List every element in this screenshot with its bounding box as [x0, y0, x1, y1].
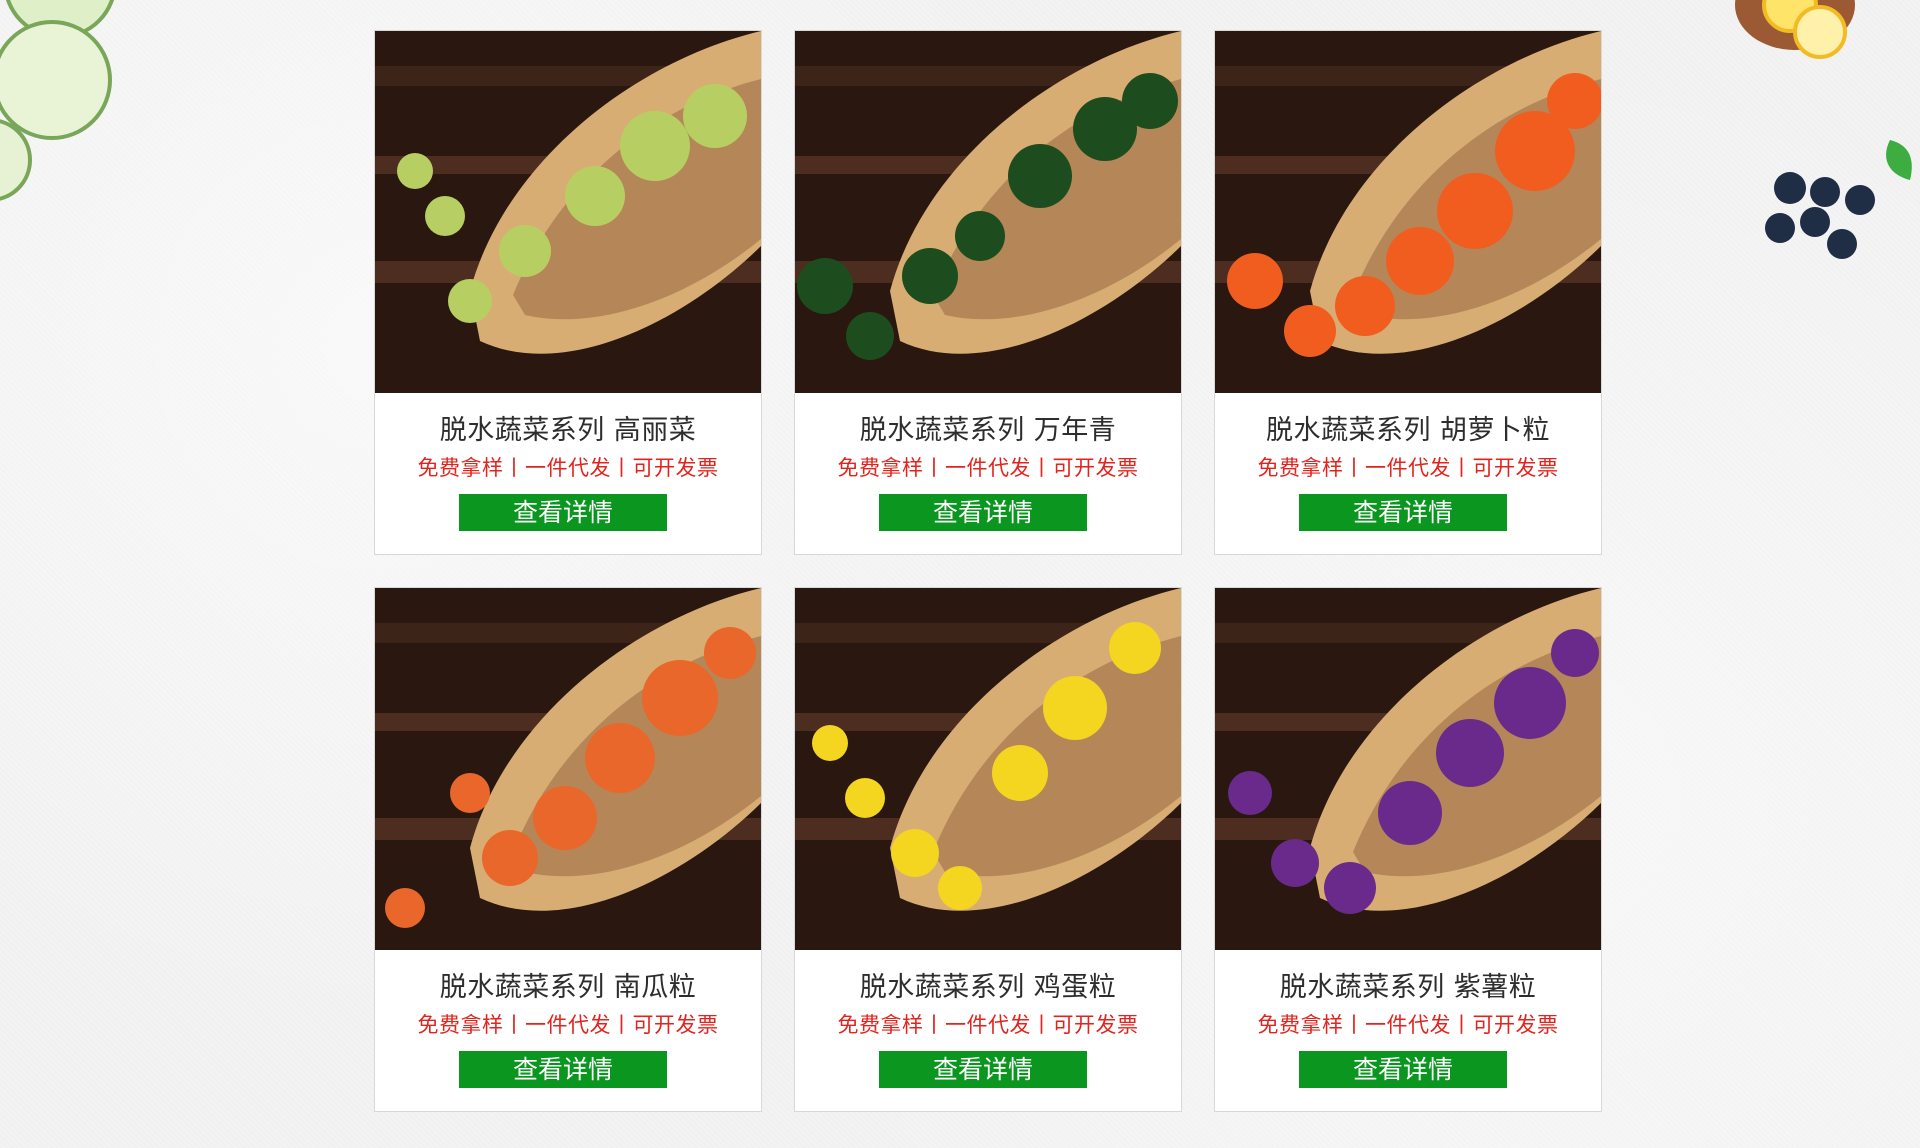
lemon-spoon-decoration — [1735, 0, 1855, 59]
wooden-scoop-image — [1215, 588, 1601, 950]
wooden-scoop-image — [795, 588, 1181, 950]
product-image — [795, 31, 1181, 393]
view-details-button[interactable]: 查看详情 — [1299, 1051, 1507, 1088]
wooden-scoop-image — [1215, 31, 1601, 393]
product-card-cabbage[interactable]: 脱水蔬菜系列 高丽菜 免费拿样丨一件代发丨可开发票 查看详情 — [374, 30, 762, 555]
product-grid: 脱水蔬菜系列 高丽菜 免费拿样丨一件代发丨可开发票 查看详情 脱水蔬菜系列 万年 — [374, 30, 1602, 1112]
cucumber-decoration — [0, 0, 115, 201]
product-tags: 免费拿样丨一件代发丨可开发票 — [1257, 456, 1559, 480]
product-title: 脱水蔬菜系列 高丽菜 — [439, 415, 697, 446]
view-details-button[interactable]: 查看详情 — [1299, 494, 1507, 531]
wooden-scoop-image — [375, 31, 761, 393]
product-card-egg[interactable]: 脱水蔬菜系列 鸡蛋粒 免费拿样丨一件代发丨可开发票 查看详情 — [794, 587, 1182, 1112]
product-title: 脱水蔬菜系列 紫薯粒 — [1279, 972, 1537, 1003]
product-image — [375, 31, 761, 393]
product-tags: 免费拿样丨一件代发丨可开发票 — [837, 456, 1139, 480]
product-card-carrot[interactable]: 脱水蔬菜系列 胡萝卜粒 免费拿样丨一件代发丨可开发票 查看详情 — [1214, 30, 1602, 555]
product-tags: 免费拿样丨一件代发丨可开发票 — [417, 456, 719, 480]
product-title: 脱水蔬菜系列 胡萝卜粒 — [1265, 415, 1551, 446]
product-image — [1215, 588, 1601, 950]
view-details-button[interactable]: 查看详情 — [459, 494, 667, 531]
product-image — [795, 588, 1181, 950]
view-details-button[interactable]: 查看详情 — [879, 494, 1087, 531]
product-image — [1215, 31, 1601, 393]
product-tags: 免费拿样丨一件代发丨可开发票 — [837, 1013, 1139, 1037]
product-title: 脱水蔬菜系列 万年青 — [859, 415, 1117, 446]
product-tags: 免费拿样丨一件代发丨可开发票 — [417, 1013, 719, 1037]
wooden-scoop-image — [795, 31, 1181, 393]
view-details-button[interactable]: 查看详情 — [879, 1051, 1087, 1088]
view-details-button[interactable]: 查看详情 — [459, 1051, 667, 1088]
product-card-pumpkin[interactable]: 脱水蔬菜系列 南瓜粒 免费拿样丨一件代发丨可开发票 查看详情 — [374, 587, 762, 1112]
product-card-purple-sweet-potato[interactable]: 脱水蔬菜系列 紫薯粒 免费拿样丨一件代发丨可开发票 查看详情 — [1214, 587, 1602, 1112]
product-title: 脱水蔬菜系列 南瓜粒 — [439, 972, 697, 1003]
product-title: 脱水蔬菜系列 鸡蛋粒 — [859, 972, 1117, 1003]
blueberries-decoration — [1765, 140, 1912, 259]
wooden-scoop-image — [375, 588, 761, 950]
product-tags: 免费拿样丨一件代发丨可开发票 — [1257, 1013, 1559, 1037]
product-card-greens[interactable]: 脱水蔬菜系列 万年青 免费拿样丨一件代发丨可开发票 查看详情 — [794, 30, 1182, 555]
product-image — [375, 588, 761, 950]
